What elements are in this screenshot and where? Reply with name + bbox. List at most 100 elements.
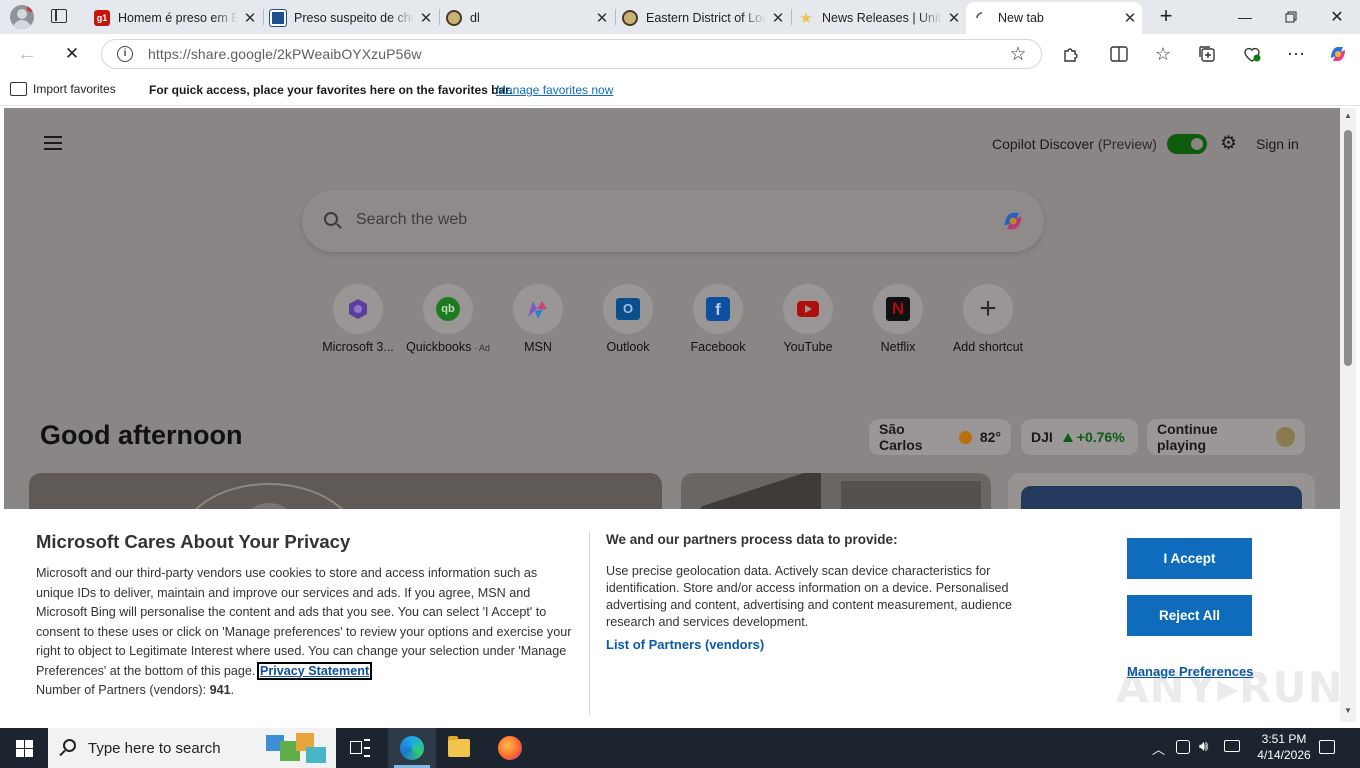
tab-news-releases[interactable]: ★ News Releases | United States ✕ bbox=[790, 2, 966, 34]
import-icon bbox=[10, 82, 27, 96]
loading-spinner-icon bbox=[974, 10, 990, 26]
tab-title: Preso suspeito de chefiar bbox=[294, 11, 414, 25]
close-tab-icon[interactable]: ✕ bbox=[766, 9, 790, 27]
star-favicon: ★ bbox=[799, 10, 813, 27]
reject-all-button[interactable]: Reject All bbox=[1127, 595, 1252, 636]
facebook-icon: f bbox=[706, 297, 730, 321]
outlook-icon: O bbox=[616, 298, 640, 320]
msn-shortcut[interactable] bbox=[513, 284, 563, 334]
weather-pill[interactable]: São Carlos 82° bbox=[869, 419, 1011, 455]
close-tab-icon[interactable]: ✕ bbox=[1118, 9, 1142, 27]
clock-date[interactable]: 4/14/2026 bbox=[1248, 748, 1320, 762]
copilot-search-icon[interactable] bbox=[999, 208, 1027, 234]
copilot-discover-label: Copilot Discover (Preview) bbox=[992, 136, 1157, 152]
favorite-star-icon[interactable]: ☆ bbox=[1007, 43, 1029, 65]
url-text[interactable]: https://share.google/2kPWeaibOYXzuP56w bbox=[148, 46, 422, 62]
favorites-icon[interactable]: ☆ bbox=[1152, 43, 1174, 65]
sign-in-link[interactable]: Sign in bbox=[1256, 136, 1299, 152]
consent-divider bbox=[589, 531, 590, 715]
clock-time[interactable]: 3:51 PM bbox=[1254, 732, 1314, 746]
privacy-consent-banner: Microsoft Cares About Your Privacy Micro… bbox=[4, 509, 1343, 722]
file-explorer-icon[interactable] bbox=[448, 736, 470, 757]
notifications-icon[interactable] bbox=[1319, 740, 1335, 754]
facebook-shortcut[interactable]: f bbox=[693, 284, 743, 334]
taskbar-search-placeholder: Type here to search bbox=[88, 740, 221, 757]
copilot-icon[interactable] bbox=[1327, 43, 1349, 65]
sun-icon bbox=[959, 430, 972, 444]
quickbooks-shortcut[interactable]: qb bbox=[423, 284, 473, 334]
tab-eastern-district[interactable]: Eastern District of Louisiana ✕ bbox=[614, 2, 790, 34]
tab-new-tab[interactable]: New tab ✕ bbox=[966, 2, 1142, 34]
taskbar-search-icon bbox=[59, 739, 76, 757]
edge-taskbar-button[interactable] bbox=[388, 728, 436, 768]
firefox-icon[interactable] bbox=[498, 736, 522, 760]
search-icon bbox=[324, 212, 342, 229]
add-shortcut-button[interactable]: + bbox=[963, 284, 1013, 334]
microsoft365-icon bbox=[349, 299, 367, 319]
process-body: Use precise geolocation data. Actively s… bbox=[606, 564, 1013, 629]
consent-body-text: Microsoft and our third-party vendors us… bbox=[36, 566, 572, 678]
taskbar-search-box[interactable]: Type here to search bbox=[48, 728, 336, 768]
partners-count: 941 bbox=[209, 683, 231, 697]
privacy-statement-link[interactable]: Privacy Statement bbox=[256, 661, 373, 680]
show-hidden-icons[interactable]: ︿ bbox=[1152, 739, 1165, 758]
accept-button[interactable]: I Accept bbox=[1127, 538, 1252, 579]
game-icon bbox=[1275, 427, 1295, 447]
hamburger-menu-icon[interactable] bbox=[44, 136, 62, 150]
tab-title: News Releases | United States bbox=[822, 11, 942, 25]
import-favorites-label: Import favorites bbox=[33, 82, 116, 96]
collections-icon[interactable] bbox=[1196, 43, 1218, 65]
quickbooks-icon: qb bbox=[436, 297, 460, 321]
browser-essentials-icon[interactable] bbox=[1241, 43, 1263, 65]
extensions-icon[interactable] bbox=[1060, 43, 1082, 65]
tab-preso[interactable]: Preso suspeito de chefiar ✕ bbox=[262, 2, 438, 34]
search-placeholder: Search the web bbox=[356, 211, 468, 228]
tab-dl[interactable]: dl ✕ bbox=[438, 2, 614, 34]
netflix-shortcut[interactable]: N bbox=[873, 284, 923, 334]
tab-actions-icon[interactable] bbox=[51, 9, 67, 23]
close-tab-icon[interactable]: ✕ bbox=[238, 9, 262, 27]
tab-g1[interactable]: g1 Homem é preso em Bauru ✕ bbox=[86, 2, 262, 34]
shortcut-label: MSN bbox=[524, 340, 552, 354]
youtube-icon bbox=[797, 301, 819, 317]
partners-list-link[interactable]: List of Partners (vendors) bbox=[606, 637, 764, 652]
close-tab-icon[interactable]: ✕ bbox=[590, 9, 614, 27]
minimize-icon[interactable]: — bbox=[1222, 0, 1268, 34]
task-view-icon[interactable] bbox=[350, 739, 370, 757]
shortcut-label: Add shortcut bbox=[952, 340, 1024, 354]
youtube-shortcut[interactable] bbox=[783, 284, 833, 334]
network-icon[interactable] bbox=[1224, 740, 1240, 752]
scrollbar-thumb[interactable] bbox=[1344, 130, 1352, 366]
volume-icon[interactable]: 🔊︎ bbox=[1199, 738, 1208, 755]
search-box[interactable]: Search the web bbox=[302, 190, 1044, 252]
close-tab-icon[interactable]: ✕ bbox=[414, 9, 438, 27]
search-highlight-icon bbox=[266, 731, 328, 765]
import-favorites-button[interactable]: Import favorites bbox=[10, 82, 116, 96]
restore-icon[interactable] bbox=[1268, 0, 1314, 34]
settings-gear-icon[interactable]: ⚙ bbox=[1220, 134, 1237, 154]
copilot-discover-toggle[interactable] bbox=[1167, 134, 1207, 154]
split-screen-icon[interactable] bbox=[1108, 43, 1130, 65]
back-arrow-icon[interactable]: ← bbox=[16, 43, 38, 65]
more-menu-icon[interactable]: ⋯ bbox=[1285, 43, 1307, 65]
up-arrow-icon bbox=[1062, 432, 1073, 442]
stock-change: +0.76% bbox=[1076, 429, 1125, 445]
new-tab-plus-icon[interactable]: + bbox=[1155, 5, 1177, 27]
shortcut-label: Quickbooks · Ad bbox=[406, 340, 490, 354]
continue-playing-pill[interactable]: Continue playing bbox=[1147, 419, 1305, 455]
netflix-icon: N bbox=[886, 297, 910, 321]
page-scrollbar[interactable]: ▲ ▼ bbox=[1340, 108, 1356, 722]
outlook-shortcut[interactable]: O bbox=[603, 284, 653, 334]
close-window-icon[interactable]: ✕ bbox=[1314, 0, 1360, 34]
windows-start-icon[interactable] bbox=[16, 740, 33, 757]
manage-favorites-link[interactable]: Manage favorites now bbox=[496, 83, 613, 97]
meet-now-icon[interactable] bbox=[1176, 740, 1190, 754]
profile-avatar[interactable] bbox=[10, 5, 34, 29]
continue-playing-label: Continue playing bbox=[1157, 421, 1218, 453]
close-tab-icon[interactable]: ✕ bbox=[942, 9, 966, 27]
site-info-icon[interactable]: i bbox=[117, 46, 133, 62]
microsoft365-shortcut[interactable] bbox=[333, 284, 383, 334]
stop-loading-icon[interactable]: ✕ bbox=[61, 43, 83, 65]
stock-pill[interactable]: DJI +0.76% bbox=[1021, 419, 1138, 455]
shortcut-label: Microsoft 3... bbox=[322, 340, 394, 354]
